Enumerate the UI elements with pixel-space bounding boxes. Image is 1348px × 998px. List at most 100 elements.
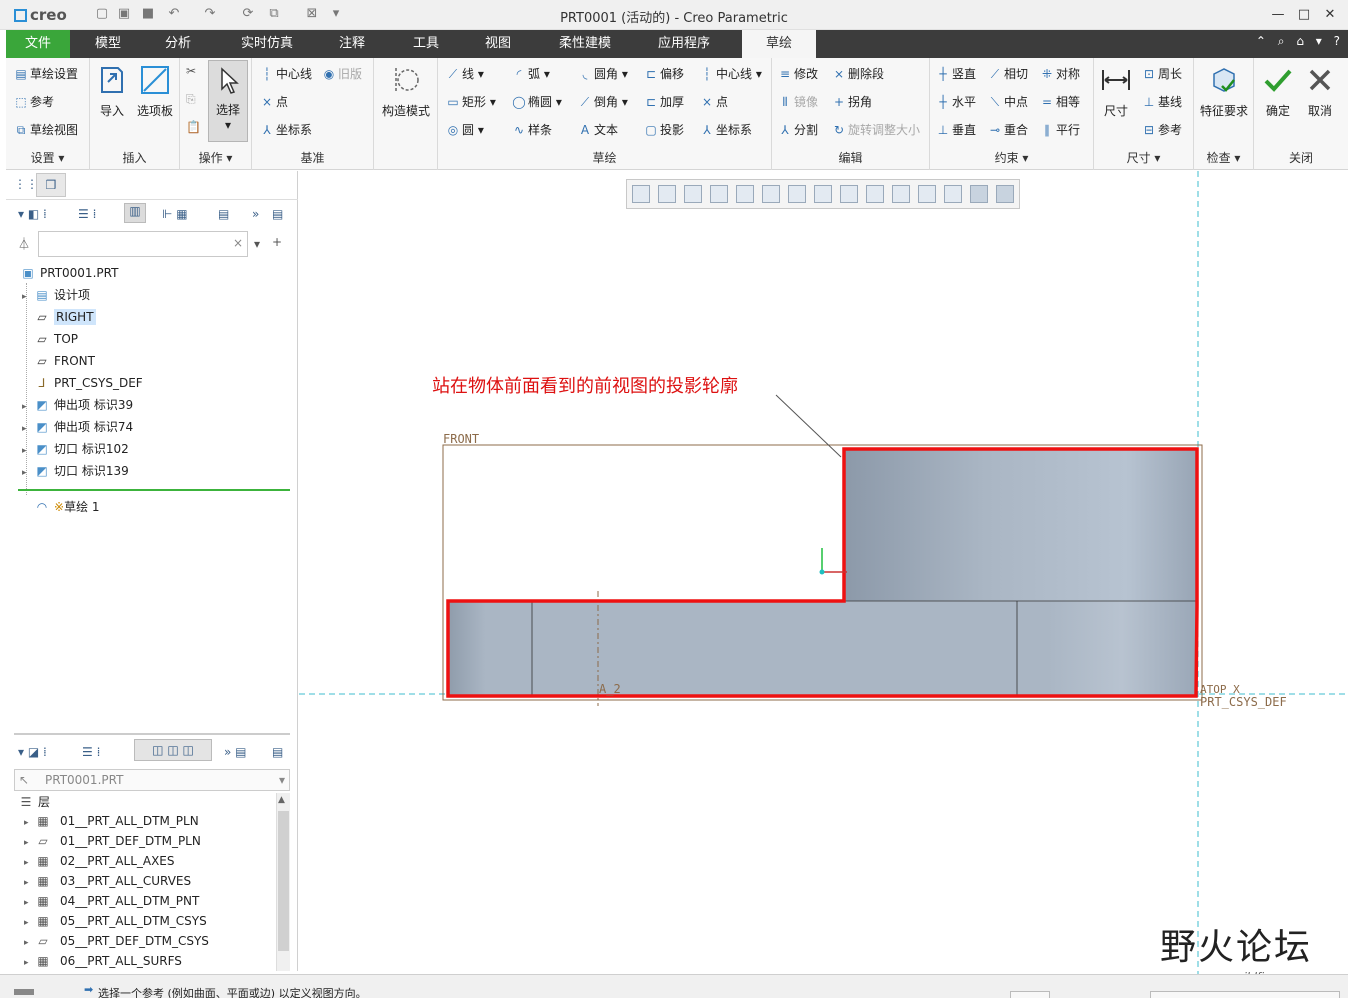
tree-search-input[interactable]: ×: [38, 231, 248, 257]
expand-arrow-icon[interactable]: ▸: [22, 286, 32, 308]
rectangle-button[interactable]: ▭ 矩形 ▾: [446, 93, 496, 110]
tree-item-top[interactable]: ▱ TOP: [22, 328, 78, 350]
parallel-button[interactable]: ∥ 平行: [1040, 121, 1080, 138]
layer-expand-icon[interactable]: ☰ ⁞: [82, 745, 100, 759]
minimize-icon[interactable]: —: [1268, 5, 1288, 25]
tree-item-extrude-39[interactable]: ▸ ◩ 伸出项 标识39: [22, 394, 133, 416]
group-label-setup[interactable]: 设置 ▾: [6, 149, 89, 166]
expand-arrow-icon[interactable]: ▸: [24, 853, 34, 873]
corner-button[interactable]: + 拐角: [832, 93, 872, 110]
clear-search-icon[interactable]: ×: [233, 236, 243, 250]
baseline-button[interactable]: ⊥ 基线: [1142, 93, 1182, 110]
midpoint-button[interactable]: ⟍ 中点: [988, 93, 1028, 110]
help-icon[interactable]: ?: [1334, 34, 1340, 48]
line-button[interactable]: ⟋ 线 ▾: [446, 65, 484, 82]
tree-item-sketch-1[interactable]: ◠ ※草绘 1: [32, 496, 100, 518]
ok-button[interactable]: 确定: [1258, 64, 1298, 119]
datum-csys-button[interactable]: ⅄ 坐标系: [260, 121, 312, 138]
ellipse-button[interactable]: ◯ 椭圆 ▾: [512, 93, 562, 110]
layer-list-icon[interactable]: ▤: [272, 745, 283, 759]
tab-file[interactable]: 文件: [6, 30, 70, 58]
vertical-button[interactable]: ┼ 竖直: [936, 65, 976, 82]
tab-analysis[interactable]: 分析: [146, 30, 210, 58]
maximize-icon[interactable]: □: [1294, 5, 1314, 25]
close-icon[interactable]: ✕: [1320, 5, 1340, 25]
palette-button[interactable]: 选项板: [134, 64, 176, 119]
offset-button[interactable]: ⊏ 偏移: [644, 65, 684, 82]
layer-item[interactable]: ▸ ▱ 01__PRT_DEF_DTM_PLN: [24, 831, 201, 851]
group-label-inspect[interactable]: 检查 ▾: [1194, 149, 1253, 166]
expand-arrow-icon[interactable]: ▸: [24, 933, 34, 953]
tree-item-extrude-74[interactable]: ▸ ◩ 伸出项 标识74: [22, 416, 133, 438]
circle-button[interactable]: ◎ 圆 ▾: [446, 121, 484, 138]
group-label-constrain[interactable]: 约束 ▾: [930, 149, 1093, 166]
expand-arrow-icon[interactable]: ▸: [24, 873, 34, 893]
tab-applications[interactable]: 应用程序: [644, 30, 724, 58]
learning-icon[interactable]: ⌂: [1296, 34, 1304, 48]
layer-item[interactable]: ▸ ▦ 02__PRT_ALL_AXES: [24, 851, 175, 871]
symmetric-button[interactable]: ⁜ 对称: [1040, 65, 1080, 82]
tree-item-csys[interactable]: ⅃ PRT_CSYS_DEF: [22, 372, 143, 394]
expand-arrow-icon[interactable]: ▸: [22, 462, 32, 484]
graphics-area[interactable]: 站在物体前面看到的前视图的投影轮廓 FRONT A_2 ATOP X PRT_C…: [299, 171, 1348, 983]
tab-live-simulation[interactable]: 实时仿真: [228, 30, 306, 58]
centerline-button[interactable]: ┆ 中心线 ▾: [700, 65, 761, 82]
divide-button[interactable]: ⅄ 分割: [778, 121, 818, 138]
tree-settings-icon[interactable]: ▾ ◧ ⁞: [18, 207, 47, 221]
group-label-operations[interactable]: 操作 ▾: [180, 149, 251, 166]
modify-button[interactable]: ≡ 修改: [778, 65, 818, 82]
cut-icon[interactable]: ✂: [186, 64, 196, 78]
expand-arrow-icon[interactable]: ▸: [24, 953, 34, 973]
expand-arrow-icon[interactable]: ▸: [22, 396, 32, 418]
more-icon[interactable]: »: [252, 207, 259, 221]
sketch-view-button[interactable]: ⧉ 草绘视图: [14, 121, 78, 138]
tab-flexible-modeling[interactable]: 柔性建模: [546, 30, 624, 58]
filter-dropdown-icon[interactable]: ▾: [254, 237, 260, 251]
layer-item[interactable]: ▸ ▱ 05__PRT_DEF_DTM_CSYS: [24, 931, 209, 951]
tangent-button[interactable]: ⟋ 相切: [988, 65, 1028, 82]
select-button[interactable]: 选择 ▾: [208, 60, 248, 142]
sketch-csys-button[interactable]: ⅄ 坐标系: [700, 121, 752, 138]
expand-arrow-icon[interactable]: ▸: [22, 440, 32, 462]
references-button[interactable]: ⬚ 参考: [14, 93, 54, 110]
status-toggle-icon[interactable]: [14, 989, 34, 995]
tree-columns-icon[interactable]: ▥: [124, 203, 146, 223]
layer-settings-icon[interactable]: ▾ ◪ ⁞: [18, 745, 47, 759]
sketch-drawing[interactable]: 站在物体前面看到的前视图的投影轮廓 FRONT A_2 ATOP X PRT_C…: [299, 171, 1348, 974]
chamfer-button[interactable]: ⟋ 倒角 ▾: [578, 93, 628, 110]
tree-item-right[interactable]: ▱ RIGHT: [22, 306, 96, 328]
layer-item[interactable]: ▸ ▦ 01__PRT_ALL_DTM_PLN: [24, 811, 199, 831]
spline-button[interactable]: ∿ 样条: [512, 121, 552, 138]
tab-model[interactable]: 模型: [76, 30, 140, 58]
collapse-ribbon-icon[interactable]: ⌃: [1256, 34, 1266, 48]
mirror-button[interactable]: ⫴ 镜像: [778, 93, 818, 110]
sketch-setup-button[interactable]: ▤ 草绘设置: [14, 65, 78, 82]
scroll-up-icon[interactable]: ▲: [278, 795, 285, 805]
layer-tab-icon[interactable]: ❒: [36, 173, 66, 197]
horizontal-button[interactable]: ┼ 水平: [936, 93, 976, 110]
construction-mode-button[interactable]: 构造模式: [376, 64, 436, 119]
dimension-button[interactable]: 尺寸: [1096, 64, 1136, 119]
help-menu-icon[interactable]: ▾: [1316, 34, 1322, 48]
project-button[interactable]: ▢ 投影: [644, 121, 684, 138]
tree-item-design-items[interactable]: ▸ ▤ 设计项: [22, 284, 90, 306]
layer-item[interactable]: ▸ ▦ 04__PRT_ALL_DTM_PNT: [24, 891, 199, 911]
tree-item-front[interactable]: ▱ FRONT: [22, 350, 95, 372]
import-button[interactable]: 导入: [94, 64, 130, 119]
layer-item[interactable]: ▸ ▦ 06__PRT_ALL_SURFS: [24, 951, 182, 971]
coincident-button[interactable]: ⊸ 重合: [988, 121, 1028, 138]
expand-arrow-icon[interactable]: ▸: [24, 833, 34, 853]
datum-point-button[interactable]: × 点: [260, 93, 288, 110]
group-label-dimension[interactable]: 尺寸 ▾: [1094, 149, 1193, 166]
copy-icon[interactable]: ⎘: [186, 92, 196, 107]
expand-arrow-icon[interactable]: ▸: [24, 893, 34, 913]
thicken-button[interactable]: ⊏ 加厚: [644, 93, 684, 110]
reference-dim-button[interactable]: ⊟ 参考: [1142, 121, 1182, 138]
feature-requirements-button[interactable]: 特征要求: [1196, 64, 1252, 119]
layer-more-icon[interactable]: » ▤: [224, 745, 247, 759]
tree-root[interactable]: ▣ PRT0001.PRT: [18, 262, 118, 284]
tree-item-cut-102[interactable]: ▸ ◩ 切口 标识102: [22, 438, 129, 460]
expand-arrow-icon[interactable]: ▸: [22, 418, 32, 440]
expand-arrow-icon[interactable]: ▸: [24, 913, 34, 933]
legacy-button[interactable]: ◉ 旧版: [322, 65, 362, 82]
